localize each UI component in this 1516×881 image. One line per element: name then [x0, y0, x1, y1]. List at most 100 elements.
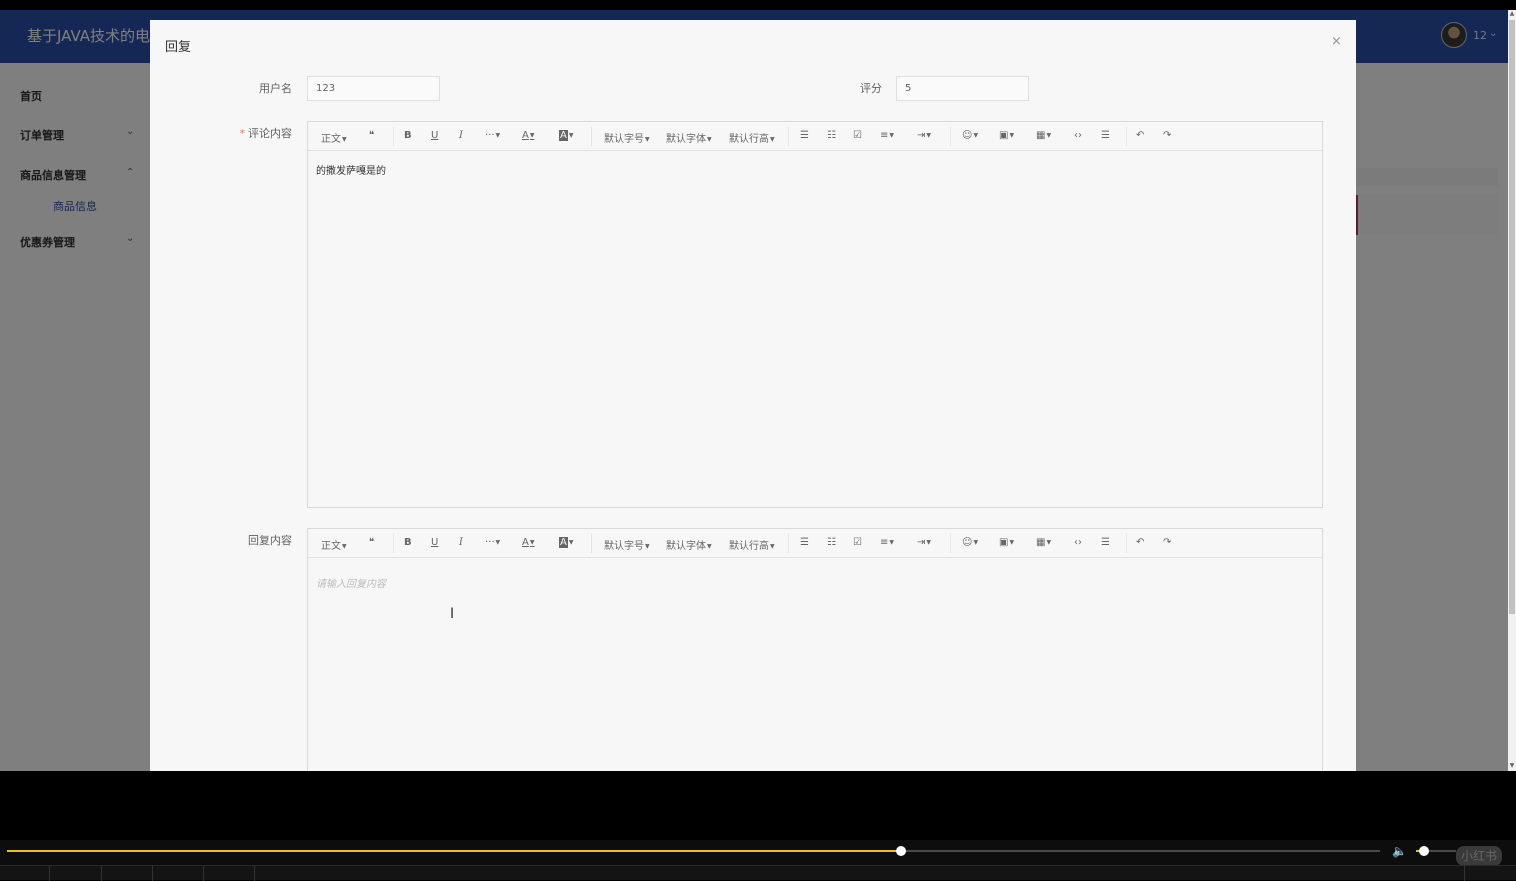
- reply-editor[interactable]: 正文▼ ❝ B U I ···▼ A▼ A ▼ 默认字号▼ 默认字体▼ 默认行高▼…: [307, 528, 1323, 771]
- toolbar-divider: [788, 127, 789, 146]
- paragraph-format-button[interactable]: 正文▼: [321, 130, 347, 145]
- username-label: 用户名: [259, 82, 292, 95]
- image-icon: ▣: [999, 130, 1009, 141]
- font-color-button[interactable]: A▼: [522, 130, 534, 141]
- emoji-icon: ☺: [962, 130, 973, 141]
- line-height-select[interactable]: 默认行高▼: [729, 130, 775, 145]
- reply-dialog: 回复 × 用户名 123 评分 5 * 评论内容 正文▼ ❝ B U I ···▼…: [150, 20, 1356, 771]
- font-family-select[interactable]: 默认字体▼: [666, 537, 712, 552]
- text-cursor-icon: I: [450, 606, 455, 622]
- paragraph-format-label: 正文: [321, 134, 341, 145]
- close-icon[interactable]: ×: [1331, 34, 1342, 49]
- code-icon[interactable]: ‹›: [1074, 130, 1082, 141]
- todo-icon[interactable]: ☑: [853, 537, 862, 548]
- strip-divider: [203, 866, 204, 881]
- underline-icon[interactable]: U: [431, 130, 438, 141]
- bg-color-icon: A: [559, 130, 568, 141]
- bullet-list-icon[interactable]: ☰: [800, 130, 809, 141]
- numbered-list-icon[interactable]: ☷: [827, 130, 836, 141]
- editor-toolbar: 正文▼ ❝ B U I ···▼ A▼ A ▼ 默认字号▼ 默认字体▼ 默认行高▼…: [308, 529, 1322, 558]
- font-family-label: 默认字体: [666, 134, 706, 145]
- toolbar-divider: [788, 534, 789, 553]
- undo-icon[interactable]: ↶: [1136, 130, 1144, 141]
- font-size-select[interactable]: 默认字号▼: [604, 537, 650, 552]
- indent-button[interactable]: ⇥▼: [917, 130, 931, 141]
- quote-icon[interactable]: ❝: [369, 537, 374, 548]
- more-icon: ···: [485, 537, 495, 548]
- table-button[interactable]: ▦▼: [1036, 130, 1051, 141]
- bullet-list-icon[interactable]: ☰: [800, 537, 809, 548]
- toolbar-divider: [950, 127, 951, 146]
- line-height-label: 默认行高: [729, 541, 769, 552]
- strip-divider: [49, 866, 50, 881]
- toolbar-divider: [591, 127, 592, 146]
- seek-handle[interactable]: [895, 846, 906, 856]
- image-button[interactable]: ▣▼: [999, 537, 1014, 548]
- font-size-select[interactable]: 默认字号▼: [604, 130, 650, 145]
- quote-icon[interactable]: ❝: [369, 130, 374, 141]
- line-height-label: 默认行高: [729, 134, 769, 145]
- rating-field[interactable]: 5: [896, 76, 1029, 101]
- comment-text[interactable]: 的撒发萨嘎是的: [316, 162, 386, 177]
- toolbar-divider: [393, 534, 394, 553]
- align-button[interactable]: ≡▼: [880, 537, 894, 548]
- table-button[interactable]: ▦▼: [1036, 537, 1051, 548]
- strip-divider: [101, 866, 102, 881]
- bold-icon[interactable]: B: [404, 537, 412, 548]
- comment-editor[interactable]: 正文▼ ❝ B U I ···▼ A▼ A ▼ 默认字号▼ 默认字体▼ 默认行高▼…: [307, 121, 1323, 508]
- more-icon: ···: [485, 130, 495, 141]
- watermark-logo: 小红书: [1456, 846, 1502, 866]
- redo-icon[interactable]: ↷: [1163, 537, 1171, 548]
- font-color-button[interactable]: A▼: [522, 537, 534, 548]
- emoji-button[interactable]: ☺▼: [962, 537, 978, 548]
- toolbar-divider: [591, 534, 592, 553]
- numbered-list-icon[interactable]: ☷: [827, 537, 836, 548]
- italic-icon[interactable]: I: [459, 537, 463, 548]
- more-styles-button[interactable]: ···▼: [485, 537, 500, 548]
- font-family-select[interactable]: 默认字体▼: [666, 130, 712, 145]
- redo-icon[interactable]: ↷: [1163, 130, 1171, 141]
- table-icon: ▦: [1036, 130, 1046, 141]
- todo-icon[interactable]: ☑: [853, 130, 862, 141]
- bg-color-button[interactable]: A ▼: [559, 130, 573, 141]
- bold-icon[interactable]: B: [404, 130, 412, 141]
- table-icon: ▦: [1036, 537, 1046, 548]
- volume-slider[interactable]: [1416, 846, 1456, 856]
- required-mark: *: [239, 127, 246, 140]
- emoji-icon: ☺: [962, 537, 973, 548]
- code-icon[interactable]: ‹›: [1074, 537, 1082, 548]
- scroll-down-arrow-icon[interactable]: ▼: [1508, 762, 1516, 770]
- divider-icon[interactable]: ☰: [1101, 537, 1110, 548]
- seek-bar[interactable]: [7, 846, 1380, 856]
- volume-icon[interactable]: 🔈: [1392, 844, 1407, 858]
- scroll-up-arrow-icon[interactable]: ▲: [1508, 10, 1516, 18]
- indent-icon: ⇥: [917, 537, 926, 548]
- undo-icon[interactable]: ↶: [1136, 537, 1144, 548]
- emoji-button[interactable]: ☺▼: [962, 130, 978, 141]
- toolbar-divider: [1126, 534, 1127, 553]
- more-styles-button[interactable]: ···▼: [485, 130, 500, 141]
- paragraph-format-label: 正文: [321, 541, 341, 552]
- image-icon: ▣: [999, 537, 1009, 548]
- indent-button[interactable]: ⇥▼: [917, 537, 931, 548]
- screen: 基于JAVA技术的电 12 ⌄ 首页 订单管理 ⌄ 商品信息管理 ⌃ 商品信息 …: [0, 0, 1516, 881]
- paragraph-format-button[interactable]: 正文▼: [321, 537, 347, 552]
- comment-label-text: 评论内容: [248, 127, 292, 140]
- divider-icon[interactable]: ☰: [1101, 130, 1110, 141]
- username-field[interactable]: 123: [307, 76, 440, 101]
- align-icon: ≡: [880, 537, 889, 548]
- underline-icon[interactable]: U: [431, 537, 438, 548]
- volume-handle[interactable]: [1419, 846, 1429, 856]
- strip-divider: [1464, 866, 1465, 881]
- font-family-label: 默认字体: [666, 541, 706, 552]
- italic-icon[interactable]: I: [459, 130, 463, 141]
- bg-color-icon: A: [559, 537, 568, 548]
- page-scrollbar[interactable]: ▲ ▼: [1508, 10, 1516, 771]
- bg-color-button[interactable]: A ▼: [559, 537, 573, 548]
- scrollbar-thumb[interactable]: [1509, 20, 1515, 614]
- line-height-select[interactable]: 默认行高▼: [729, 537, 775, 552]
- align-button[interactable]: ≡▼: [880, 130, 894, 141]
- reply-placeholder[interactable]: 请输入回复内容: [316, 575, 386, 590]
- toolbar-divider: [950, 534, 951, 553]
- image-button[interactable]: ▣▼: [999, 130, 1014, 141]
